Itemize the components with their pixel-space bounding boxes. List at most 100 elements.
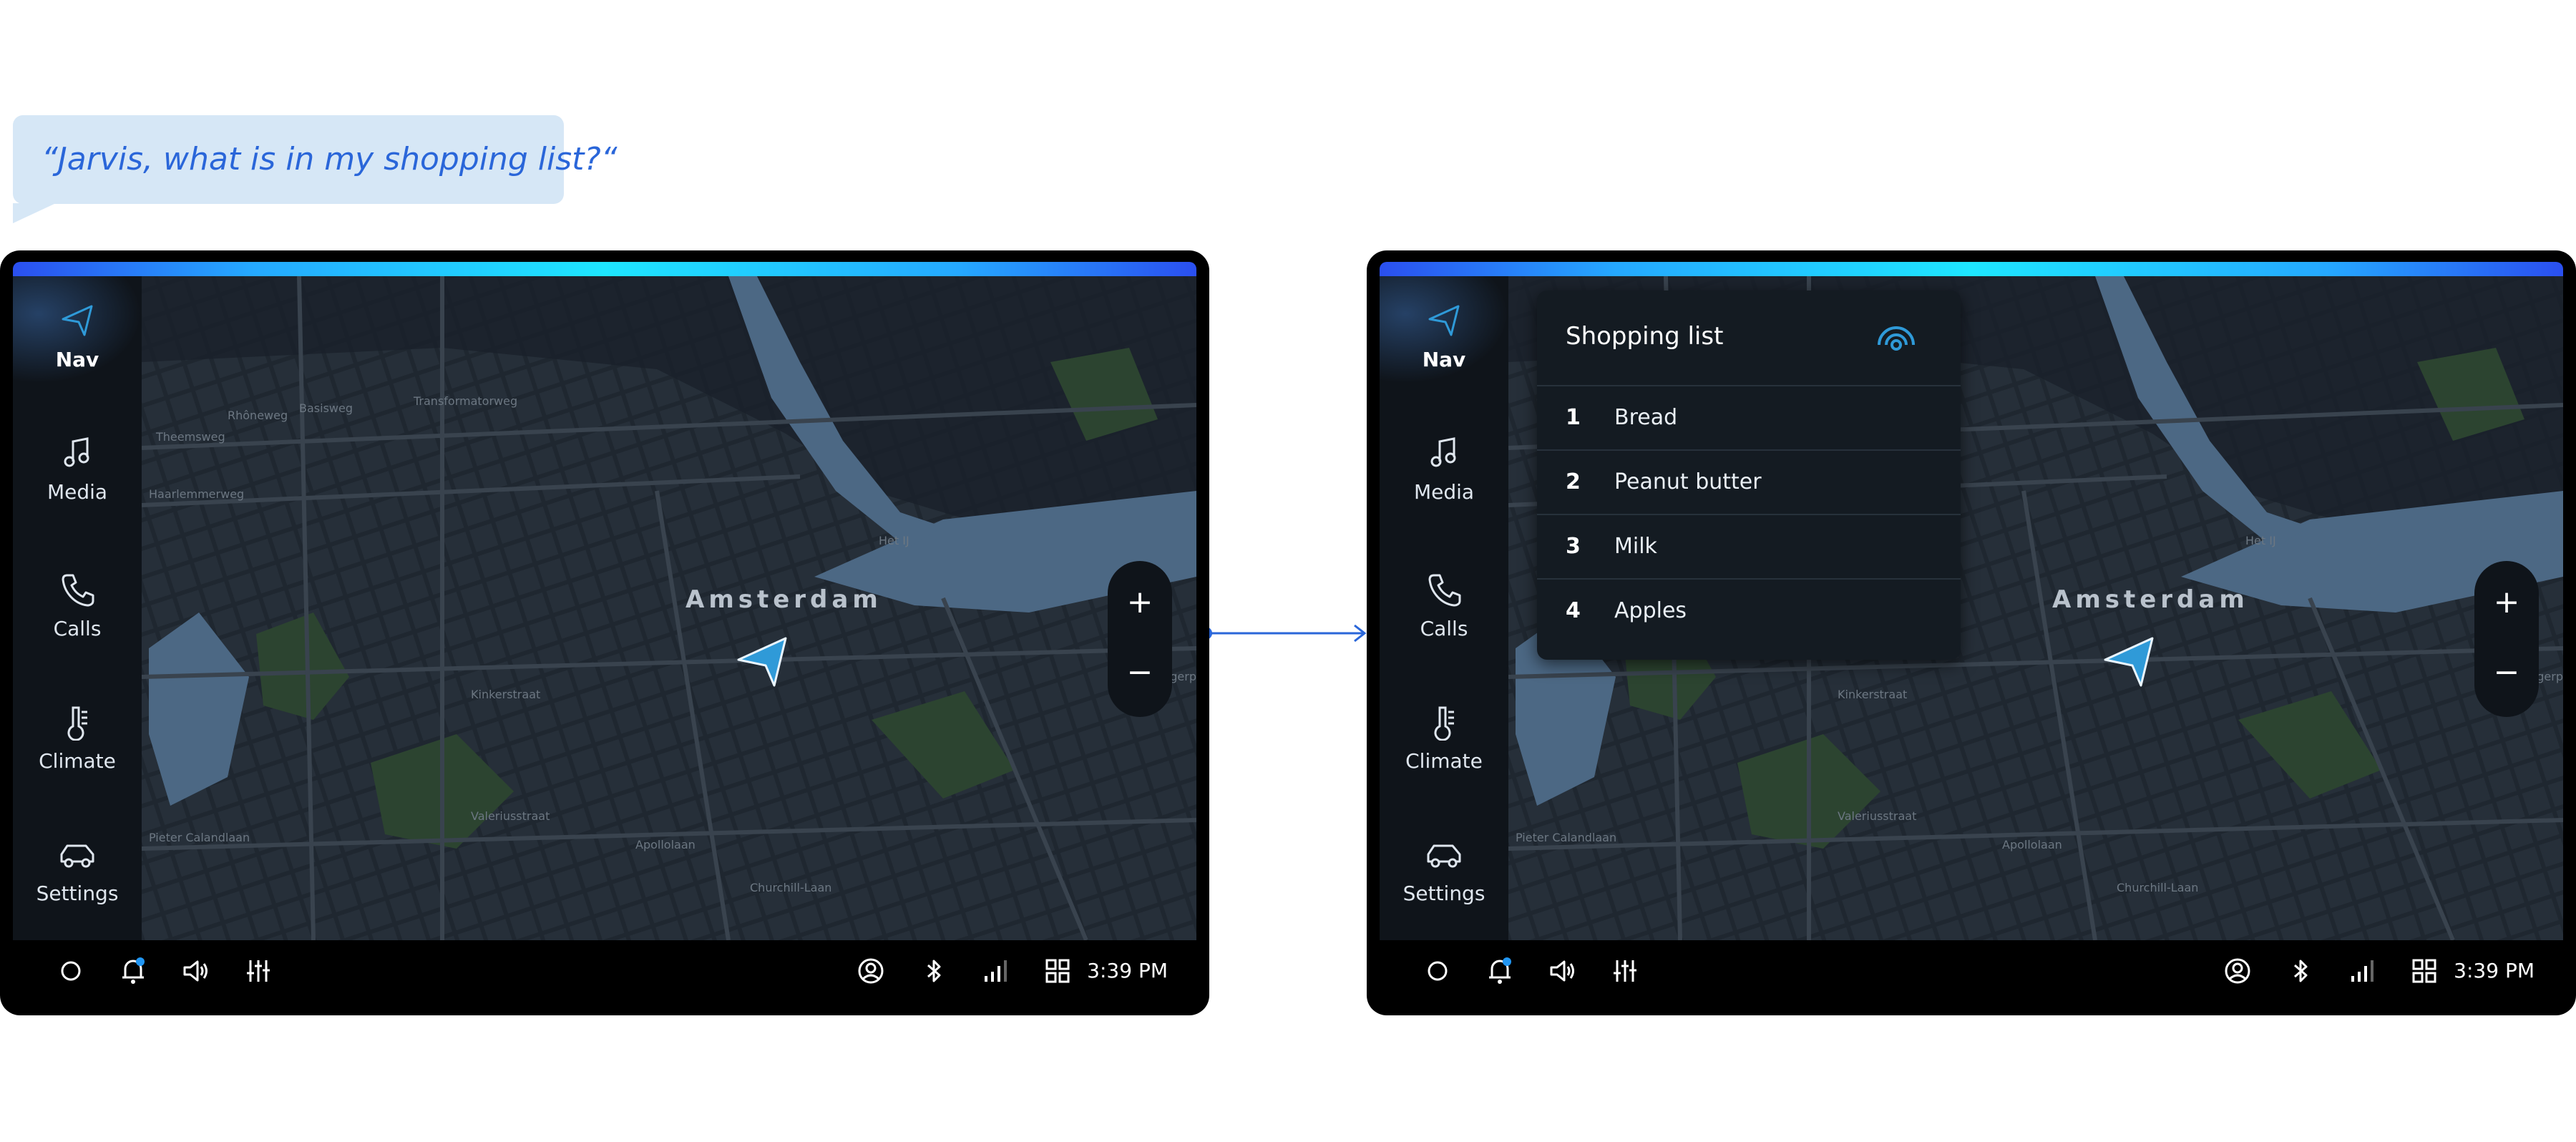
bottom-bar: 3:39 PM	[1380, 940, 2563, 1002]
map-view[interactable]: Transformatorweg Basisweg Rhôneweg Theem…	[13, 276, 1196, 940]
home-circle-icon[interactable]	[1421, 955, 1454, 987]
sidebar: Nav Media Calls Climate Settings	[1380, 276, 1508, 940]
list-item[interactable]: 3 Milk	[1537, 514, 1961, 580]
sidebar-item-label: Calls	[1420, 617, 1468, 640]
profile-icon[interactable]	[854, 955, 887, 987]
list-item-text: Peanut butter	[1614, 469, 1762, 494]
bottom-bar: 3:39 PM	[13, 940, 1196, 1002]
list-item-number: 2	[1566, 469, 1581, 494]
bluetooth-icon[interactable]	[917, 955, 950, 987]
equalizer-icon[interactable]	[242, 955, 275, 987]
list-item-text: Apples	[1614, 598, 1687, 623]
voice-prompt-text: “Jarvis, what is in my shopping list?“	[42, 141, 618, 177]
list-item[interactable]: 2 Peanut butter	[1537, 449, 1961, 515]
clock-time: 3:39 PM	[2454, 959, 2534, 982]
clock-time: 3:39 PM	[1087, 959, 1168, 982]
ambient-glow-bar	[13, 262, 1196, 278]
sidebar-item-label: Nav	[55, 348, 99, 371]
ambient-glow-bar	[1380, 262, 2563, 278]
street-label: Apollolaan	[2002, 838, 2062, 851]
signal-icon	[2351, 960, 2373, 982]
voice-prompt-bubble: “Jarvis, what is in my shopping list?“	[13, 115, 618, 204]
sidebar-item-nav[interactable]: Nav	[1380, 276, 1508, 384]
list-item-number: 4	[1566, 598, 1581, 623]
list-item-number: 3	[1566, 534, 1581, 559]
volume-icon[interactable]	[1546, 955, 1579, 987]
street-label: Kinkerstraat	[1838, 688, 1907, 701]
zoom-in-button[interactable]: +	[1108, 567, 1172, 638]
screen: Transformatorweg Basisweg Rhôneweg Theem…	[13, 276, 1196, 940]
list-item[interactable]: 4 Apples	[1537, 578, 1961, 644]
navigation-arrow-icon	[1428, 305, 1460, 336]
street-label: Rhôneweg	[228, 409, 288, 422]
grid-icon[interactable]	[2408, 955, 2441, 987]
bell-icon[interactable]	[117, 955, 150, 987]
street-label: Valeriusstraat	[1838, 809, 1916, 823]
street-label: Pieter Calandlaan	[1516, 831, 1616, 844]
sidebar-item-label: Climate	[1405, 749, 1483, 773]
street-label: Het IJ	[2245, 534, 2276, 547]
grid-icon[interactable]	[1041, 955, 1074, 987]
panel-title: Shopping list	[1566, 322, 1724, 351]
sidebar-item-settings[interactable]: Settings	[1380, 810, 1508, 917]
current-location-arrow-icon	[737, 637, 787, 687]
phone-icon	[62, 574, 94, 607]
sidebar-item-label: Nav	[1422, 348, 1466, 371]
sidebar-item-settings[interactable]: Settings	[13, 810, 142, 917]
sidebar-item-label: Climate	[39, 749, 116, 773]
sidebar-item-nav[interactable]: Nav	[13, 276, 142, 384]
sidebar-item-climate[interactable]: Climate	[1380, 678, 1508, 785]
sidebar-item-calls[interactable]: Calls	[1380, 545, 1508, 653]
street-label: Churchill-Laan	[750, 881, 831, 894]
list-item-number: 1	[1566, 405, 1581, 430]
bubble-tail	[13, 203, 56, 223]
equalizer-icon[interactable]	[1609, 955, 1641, 987]
shopping-list-panel: Shopping list 1 Bread 2 Peanut butter 3 …	[1537, 291, 1961, 660]
thermometer-icon	[67, 706, 87, 741]
profile-icon[interactable]	[2221, 955, 2254, 987]
street-label: Het IJ	[879, 534, 909, 547]
home-circle-icon[interactable]	[54, 955, 87, 987]
thermometer-icon	[1434, 706, 1454, 741]
connector-arrow	[1206, 624, 1367, 643]
street-label: Basisweg	[299, 401, 353, 415]
city-label: Amsterdam	[686, 585, 882, 614]
sidebar-item-media[interactable]: Media	[13, 409, 142, 516]
car-icon	[1427, 844, 1461, 868]
street-label: Churchill-Laan	[2117, 881, 2198, 894]
sidebar-item-label: Media	[1413, 480, 1475, 504]
street-label: Transformatorweg	[413, 394, 517, 408]
car-display-before: Transformatorweg Basisweg Rhôneweg Theem…	[0, 250, 1209, 1015]
signal-icon	[985, 960, 1007, 982]
zoom-in-button[interactable]: +	[2474, 567, 2539, 638]
volume-icon[interactable]	[179, 955, 212, 987]
sidebar-item-calls[interactable]: Calls	[13, 545, 142, 653]
car-icon	[60, 844, 94, 868]
sidebar-item-label: Settings	[36, 882, 119, 905]
city-label: Amsterdam	[2052, 585, 2249, 614]
bell-icon[interactable]	[1483, 955, 1516, 987]
zoom-out-button[interactable]: −	[1108, 637, 1172, 708]
sidebar-item-label: Calls	[53, 617, 102, 640]
zoom-out-button[interactable]: −	[2474, 637, 2539, 708]
phone-icon	[1428, 574, 1461, 607]
music-note-icon	[1430, 437, 1456, 467]
navigation-arrow-icon	[62, 305, 93, 336]
street-label: Pieter Calandlaan	[149, 831, 250, 844]
screen: Het IJ Zeeburgerpad Kinkerstraat Valeriu…	[1380, 276, 2563, 940]
sidebar-item-climate[interactable]: Climate	[13, 678, 142, 785]
sidebar-item-media[interactable]: Media	[1380, 409, 1508, 516]
street-label: Kinkerstraat	[471, 688, 540, 701]
music-note-icon	[64, 437, 89, 467]
bluetooth-icon[interactable]	[2284, 955, 2317, 987]
street-label: Theemsweg	[155, 430, 225, 444]
street-label: Haarlemmerweg	[149, 487, 244, 501]
zoom-control: + −	[1108, 561, 1172, 717]
sidebar: Nav Media Calls Climate Settings	[13, 276, 142, 940]
car-display-after: Het IJ Zeeburgerpad Kinkerstraat Valeriu…	[1367, 250, 2576, 1015]
current-location-arrow-icon	[2104, 637, 2154, 687]
street-label: Valeriusstraat	[471, 809, 550, 823]
list-item[interactable]: 1 Bread	[1537, 385, 1961, 451]
list-item-text: Bread	[1614, 405, 1678, 430]
sidebar-item-label: Media	[47, 480, 108, 504]
